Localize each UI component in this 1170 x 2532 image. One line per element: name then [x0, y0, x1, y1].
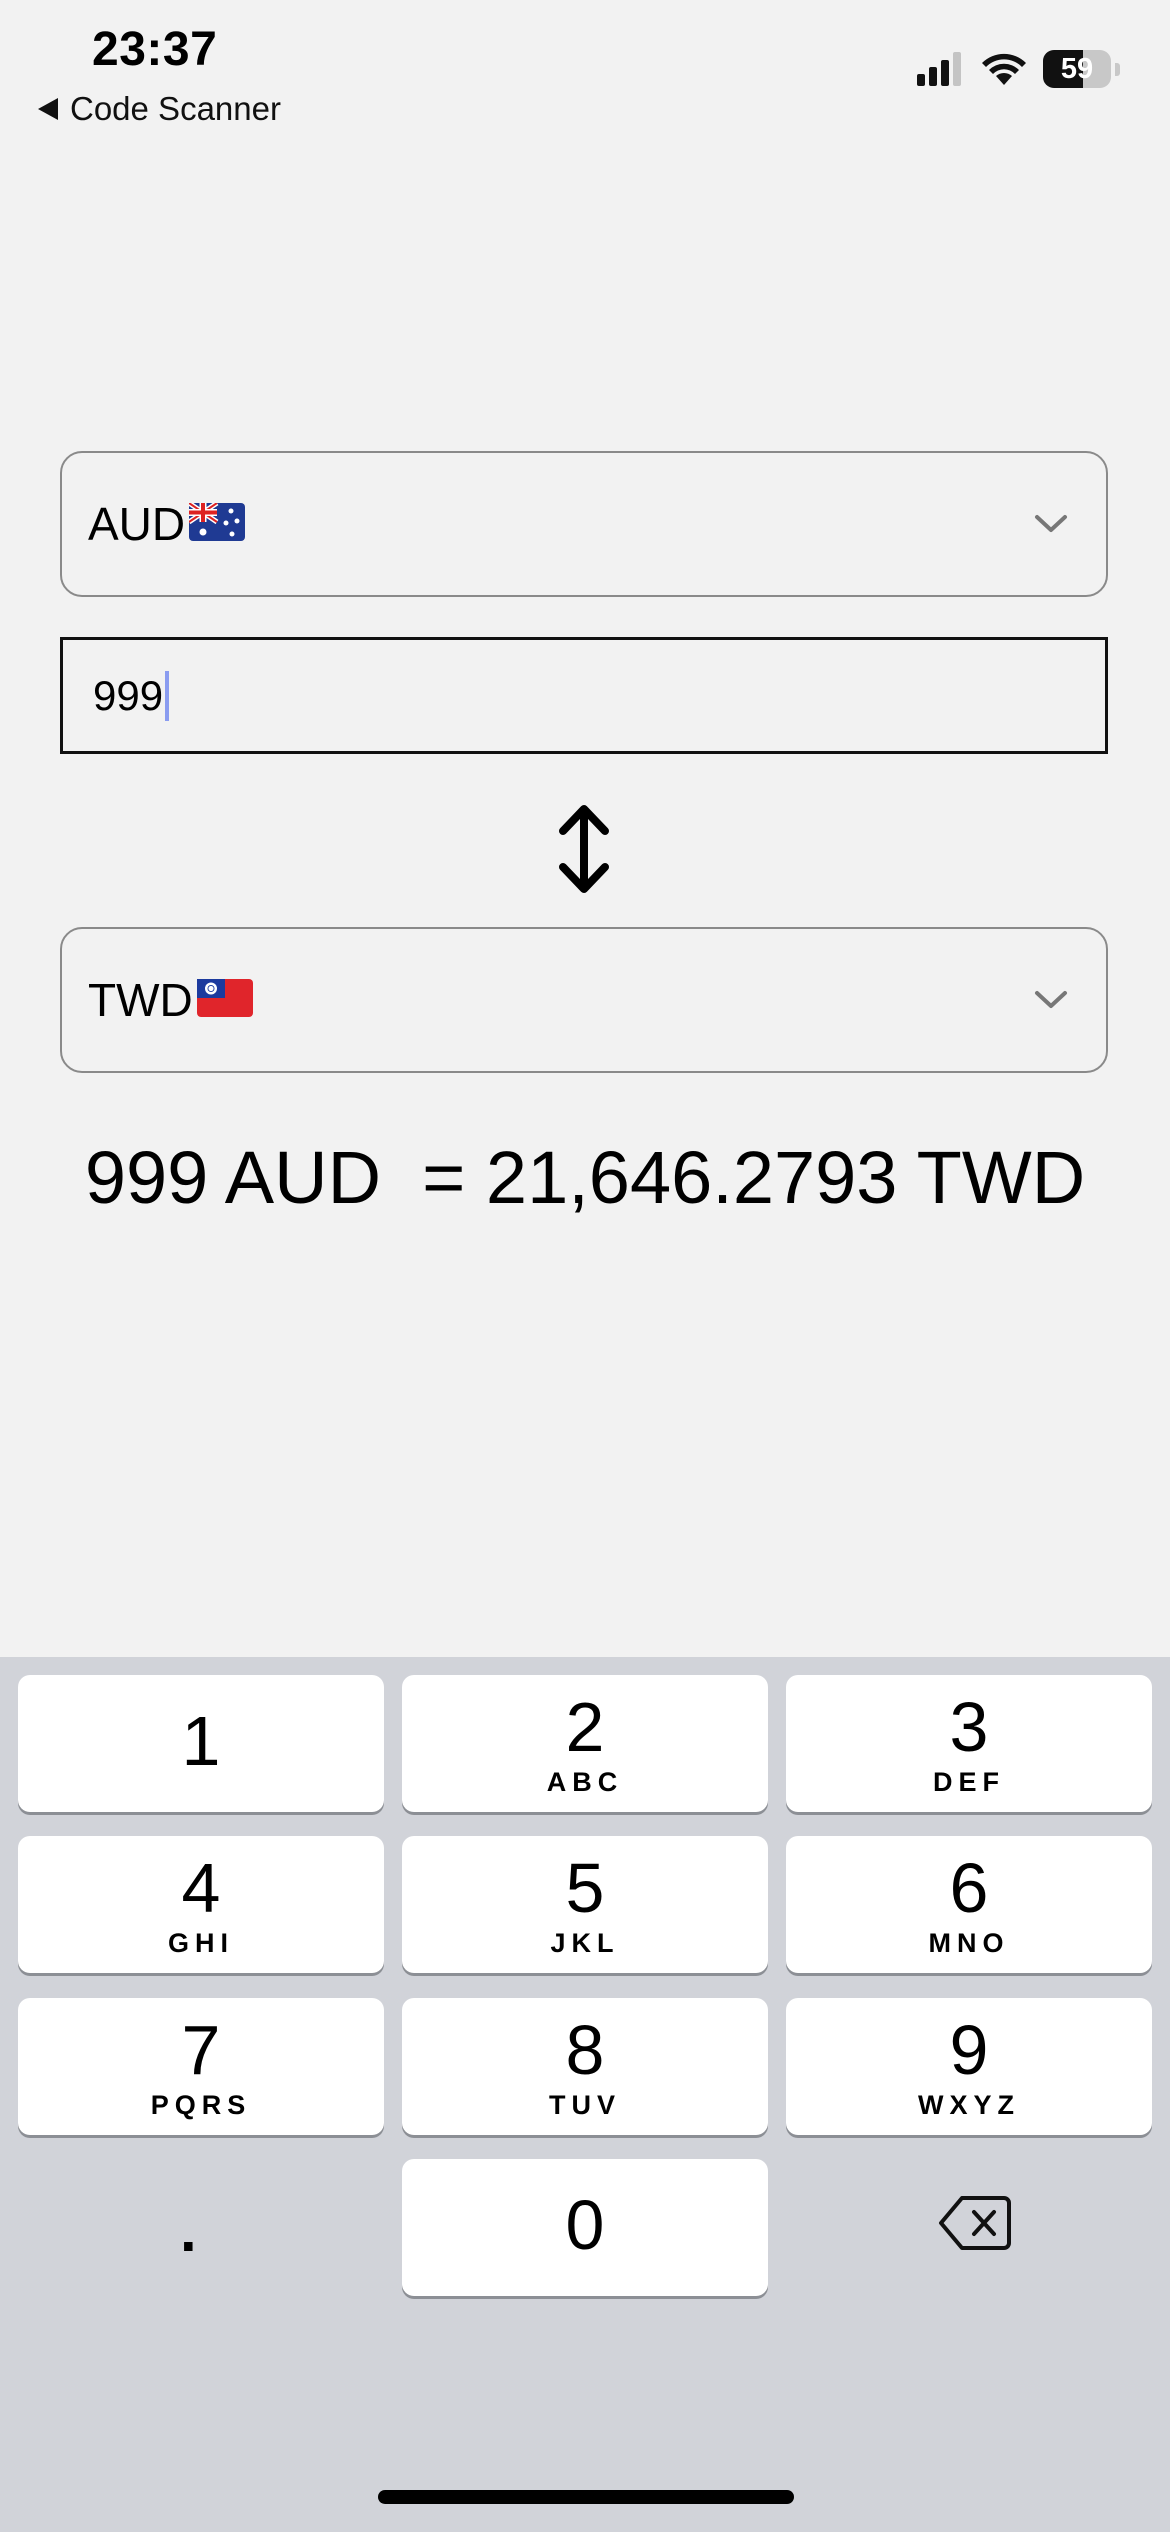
chevron-down-icon — [1035, 991, 1067, 1008]
key-7[interactable]: 7 PQRS — [18, 1998, 384, 2135]
from-currency-select[interactable]: AUD — [60, 451, 1108, 597]
status-icons: 59 — [917, 50, 1120, 88]
key-digit: 9 — [949, 2011, 989, 2089]
cellular-signal-icon — [917, 52, 961, 86]
to-currency-code: TWD — [88, 974, 193, 1026]
status-time: 23:37 — [92, 23, 218, 76]
key-letters: DEF — [933, 1767, 1005, 1797]
key-9[interactable]: 9 WXYZ — [786, 1998, 1152, 2135]
key-digit: 2 — [565, 1688, 605, 1766]
key-letters: MNO — [928, 1928, 1010, 1958]
key-2[interactable]: 2 ABC — [402, 1675, 768, 1812]
key-6[interactable]: 6 MNO — [786, 1836, 1152, 1973]
key-digit: 1 — [181, 1702, 221, 1780]
key-8[interactable]: 8 TUV — [402, 1998, 768, 2135]
key-4[interactable]: 4 GHI — [18, 1836, 384, 1973]
battery-level: 59 — [1060, 53, 1094, 85]
back-link-label: Code Scanner — [70, 90, 281, 127]
key-digit: 6 — [949, 1849, 989, 1927]
conversion-result: 999 AUD = 21,646.2793 TWD — [84, 1136, 1086, 1219]
amount-input[interactable]: 999 — [60, 637, 1108, 754]
key-letters: GHI — [167, 1928, 234, 1958]
to-currency-select[interactable]: TWD — [60, 927, 1108, 1073]
backspace-icon[interactable] — [938, 2194, 1012, 2252]
wifi-icon — [982, 53, 1026, 85]
key-letters: TUV — [549, 2090, 621, 2120]
key-digit: 4 — [181, 1849, 221, 1927]
key-digit: 8 — [565, 2011, 605, 2089]
key-5[interactable]: 5 JKL — [402, 1836, 768, 1973]
amount-value: 999 — [93, 671, 164, 719]
from-currency-code: AUD — [88, 498, 186, 550]
taiwan-flag-icon — [196, 978, 253, 1022]
australia-flag-icon — [187, 500, 246, 546]
text-caret — [165, 670, 170, 721]
key-letters: PQRS — [150, 2090, 252, 2120]
key-letters: WXYZ — [918, 2090, 1020, 2120]
key-3[interactable]: 3 DEF — [786, 1675, 1152, 1812]
key-digit: 5 — [565, 1849, 605, 1927]
key-letters: ABC — [546, 1767, 624, 1797]
key-0[interactable]: 0 — [402, 2159, 768, 2296]
key-1[interactable]: 1 — [18, 1675, 384, 1812]
home-indicator — [378, 2490, 794, 2504]
key-digit: 7 — [181, 2011, 221, 2089]
back-arrow-icon — [38, 98, 58, 120]
back-to-code-scanner-link[interactable]: Code Scanner — [38, 90, 281, 128]
key-letters: JKL — [550, 1928, 620, 1958]
key-digit: 3 — [949, 1688, 989, 1766]
key-digit: 0 — [565, 2186, 605, 2264]
battery-cap — [1115, 62, 1120, 76]
swap-currencies-icon[interactable] — [555, 805, 613, 893]
key-decimal-point[interactable]: . — [180, 2196, 197, 2265]
battery-icon: 59 — [1043, 50, 1111, 88]
chevron-down-icon — [1035, 515, 1067, 532]
